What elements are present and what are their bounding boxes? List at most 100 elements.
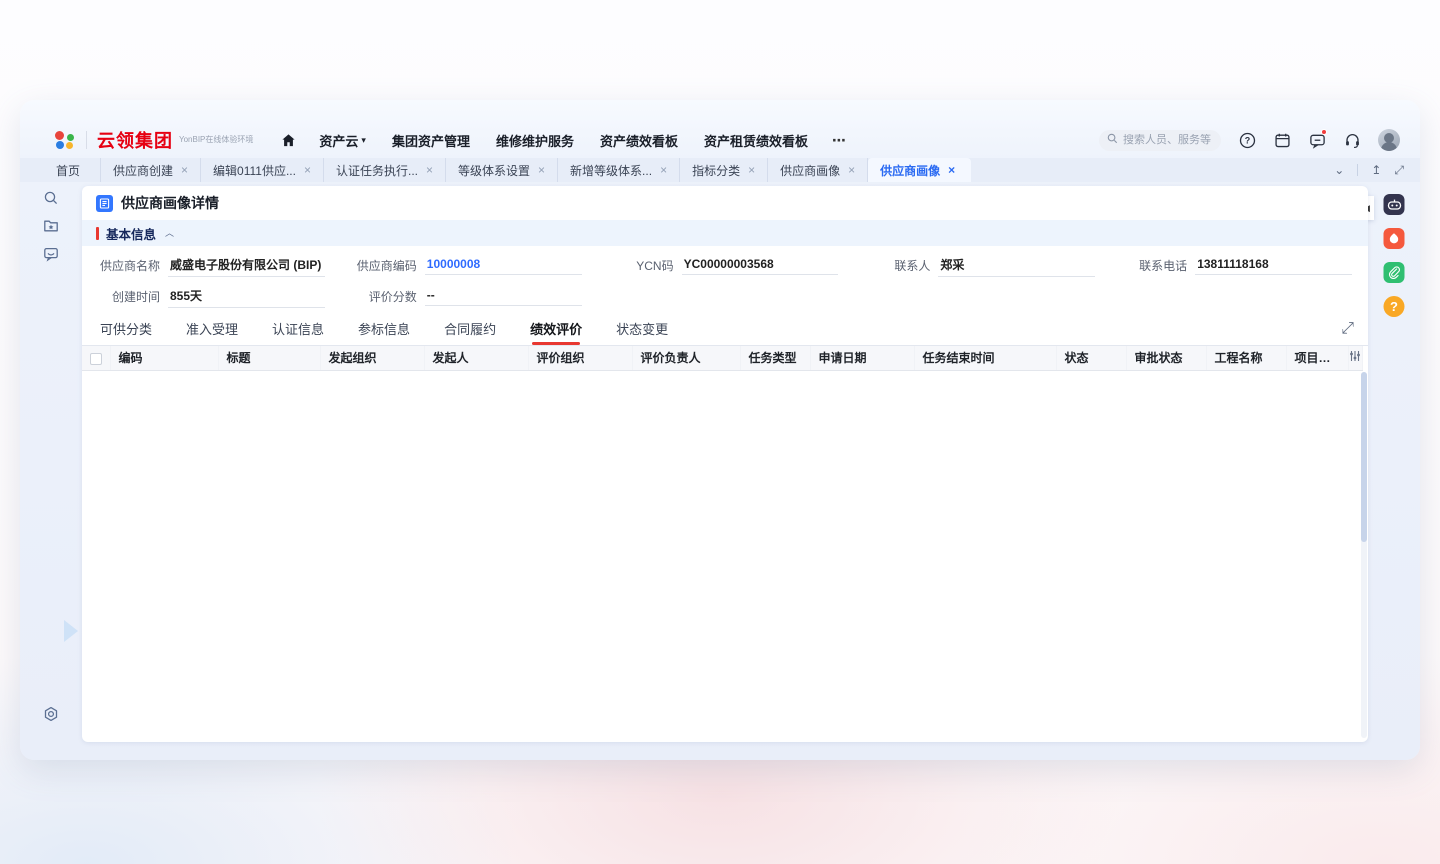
field-1: 供应商名称威盛电子股份有限公司 (BIP)	[98, 253, 325, 277]
notification-dot	[1321, 129, 1327, 135]
window-tab-label: 供应商创建	[113, 162, 173, 179]
nav-more-icon[interactable]: ⋯	[832, 132, 848, 149]
logo-subtitle: YonBIP在线体验环境	[179, 135, 253, 145]
window-tab-label: 首页	[56, 162, 80, 179]
company-logo-text: 云领集团	[97, 127, 173, 153]
nav-item-1[interactable]: 资产云▾	[319, 131, 366, 150]
detail-tab-状态变更[interactable]: 状态变更	[614, 314, 670, 345]
basic-info-section-header[interactable]: 基本信息 ︿	[82, 220, 1368, 246]
close-icon[interactable]: ×	[181, 164, 188, 176]
rail-settings-gear-icon[interactable]	[43, 706, 60, 728]
detail-tab-合同履约[interactable]: 合同履约	[442, 314, 498, 345]
field-label: 供应商编码	[355, 257, 417, 274]
app-window: 云领集团 YonBIP在线体验环境 资产云▾ 集团资产管理 维修维护服务 资产绩效看板…	[20, 100, 1420, 760]
fullscreen-icon[interactable]: ⤢	[1394, 163, 1404, 178]
nav-item-2[interactable]: 集团资产管理	[392, 131, 470, 150]
window-tab-5[interactable]: 等级体系设置 ×	[446, 158, 558, 182]
field-value: 13811118168	[1195, 255, 1352, 275]
window-tab-label: 供应商画像	[780, 162, 840, 179]
column-header-状态: 状态	[1056, 346, 1126, 370]
tabstrip-controls: ⌄ ↥ ⤢	[1334, 158, 1404, 182]
window-tab-2[interactable]: 供应商创建 ×	[101, 158, 201, 182]
detail-tab-参标信息[interactable]: 参标信息	[356, 314, 412, 345]
rail-feedback-icon[interactable]	[43, 246, 59, 267]
close-icon[interactable]: ×	[660, 164, 667, 176]
section-collapse-icon[interactable]: ︿	[165, 226, 174, 239]
window-tab-7[interactable]: 指标分类×	[680, 158, 768, 182]
column-header-编码: 编码	[110, 346, 218, 370]
close-icon[interactable]: ×	[948, 164, 955, 176]
calendar-icon[interactable]	[1273, 131, 1291, 149]
field-4: 联系人郑采	[868, 253, 1095, 277]
column-header-评价组织: 评价组织	[528, 346, 632, 370]
window-body: ? ◀ 供应商画像详情 基本信息 ︿ 供应商名称威盛电子股份有限公司 (BIP)…	[20, 182, 1420, 760]
detail-tab-准入受理[interactable]: 准入受理	[184, 314, 240, 345]
pin-up-icon[interactable]: ↥	[1371, 163, 1381, 177]
field-6: 创建时间855天	[98, 284, 325, 308]
rail-folder-icon[interactable]	[43, 218, 59, 239]
ai-assistant-icon[interactable]	[1384, 194, 1405, 215]
nav-item-3[interactable]: 维修维护服务	[496, 131, 574, 150]
window-tab-3[interactable]: 编辑0111供应...×	[201, 158, 324, 182]
column-header-项目编码: 项目编码	[1286, 346, 1348, 370]
help-bubble-icon[interactable]: ?	[1384, 296, 1405, 317]
column-header-发起组织: 发起组织	[320, 346, 424, 370]
column-header-申请日期: 申请日期	[810, 346, 914, 370]
top-header: 云领集团 YonBIP在线体验环境 资产云▾ 集团资产管理 维修维护服务 资产绩效看板…	[20, 122, 1420, 158]
field-5: 联系电话 13811118168	[1125, 253, 1352, 277]
window-tab-4[interactable]: 认证任务执行...×	[324, 158, 446, 182]
window-tab-1[interactable]: 首页	[44, 158, 101, 182]
field-value[interactable]: 10000008	[425, 255, 582, 275]
nav-item-4[interactable]: 资产绩效看板	[600, 131, 678, 150]
message-icon[interactable]	[1308, 131, 1326, 149]
field-label: 联系电话	[1125, 257, 1187, 274]
field-2: 供应商编码 10000008	[355, 253, 582, 277]
field-7: 评价分数--	[355, 284, 582, 308]
detail-tab-认证信息[interactable]: 认证信息	[270, 314, 326, 345]
field-value: 威盛电子股份有限公司 (BIP)	[168, 254, 325, 277]
window-tab-label: 等级体系设置	[458, 162, 530, 179]
yonyou-space-icon[interactable]	[1384, 228, 1405, 249]
window-tab-9[interactable]: 供应商画像×	[868, 158, 971, 182]
close-icon[interactable]: ×	[748, 164, 755, 176]
field-value: 855天	[168, 285, 325, 308]
column-settings-icon	[1349, 350, 1361, 362]
table-fullscreen-icon[interactable]: ⤢	[1341, 320, 1354, 338]
close-icon[interactable]: ×	[426, 164, 433, 176]
column-header-审批状态: 审批状态	[1126, 346, 1206, 370]
search-input[interactable]	[1123, 134, 1213, 146]
field-label: YCN码	[612, 257, 674, 274]
table-header-row: 编码标题发起组织发起人评价组织评价负责人任务类型申请日期任务结束时间状态审批状态…	[82, 346, 1362, 370]
close-icon[interactable]: ×	[304, 164, 311, 176]
yonyou-logo-icon	[54, 129, 76, 151]
global-search[interactable]	[1099, 130, 1221, 151]
detail-tabs: 可供分类准入受理认证信息参标信息合同履约绩效评价状态变更⤢	[82, 318, 1368, 346]
panel-expand-handle[interactable]	[64, 620, 78, 642]
tabs-dropdown-icon[interactable]: ⌄	[1334, 163, 1344, 177]
column-settings-cell	[1348, 346, 1362, 370]
page-title-row: 供应商画像详情	[82, 186, 1368, 220]
window-tab-8[interactable]: 供应商画像 ×	[768, 158, 868, 182]
detail-tab-可供分类[interactable]: 可供分类	[98, 314, 154, 345]
attachment-icon[interactable]	[1384, 262, 1405, 283]
rail-search-icon[interactable]	[43, 190, 59, 211]
headset-icon[interactable]	[1343, 131, 1361, 149]
home-icon[interactable]	[279, 131, 297, 149]
help-icon[interactable]: ?	[1238, 131, 1256, 149]
header-right: ?	[1099, 129, 1400, 151]
select-all-checkbox[interactable]	[90, 353, 102, 365]
close-icon[interactable]: ×	[538, 164, 545, 176]
nav-item-5[interactable]: 资产租赁绩效看板	[704, 131, 808, 150]
detail-tab-绩效评价[interactable]: 绩效评价	[528, 314, 584, 345]
performance-table: 编码标题发起组织发起人评价组织评价负责人任务类型申请日期任务结束时间状态审批状态…	[82, 346, 1363, 371]
content-card: 供应商画像详情 基本信息 ︿ 供应商名称威盛电子股份有限公司 (BIP) 供应商编…	[82, 186, 1368, 742]
table-vertical-scrollbar	[1361, 372, 1367, 738]
column-header-标题: 标题	[218, 346, 320, 370]
window-tab-label: 新增等级体系...	[570, 162, 652, 179]
left-rail	[20, 182, 82, 760]
field-value: --	[425, 286, 582, 306]
user-avatar[interactable]	[1378, 129, 1400, 151]
scrollbar-thumb[interactable]	[1361, 372, 1367, 542]
window-tab-6[interactable]: 新增等级体系... ×	[558, 158, 680, 182]
close-icon[interactable]: ×	[848, 164, 855, 176]
